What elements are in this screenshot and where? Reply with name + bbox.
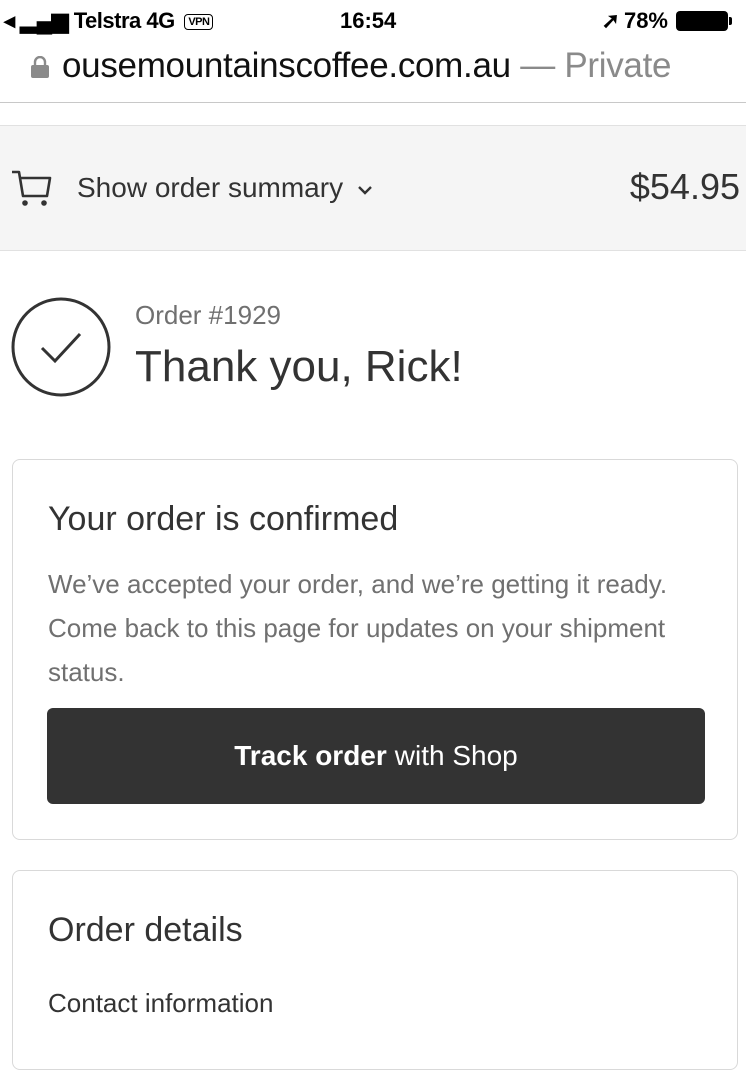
private-label: — Private bbox=[520, 46, 672, 85]
with-shop-label: with Shop bbox=[394, 740, 518, 771]
battery-percent: 78% bbox=[623, 8, 668, 33]
back-arrow-icon[interactable]: ◂ bbox=[4, 8, 15, 33]
lock-icon bbox=[31, 56, 49, 78]
track-order-button[interactable]: Track order with Shop bbox=[47, 708, 705, 804]
status-bar: ◂ ▂▄▆ Telstra 4G VPN 16:54 ➚ 78% bbox=[0, 0, 746, 38]
signal-icon: ▂▄▆ bbox=[20, 8, 69, 33]
vpn-badge: VPN bbox=[184, 14, 214, 31]
show-summary-button[interactable]: Show order summary bbox=[77, 172, 373, 204]
confirmation-message: We’ve accepted your order, and we’re get… bbox=[48, 569, 668, 687]
cart-icon bbox=[12, 170, 52, 206]
carrier-label: Telstra 4G bbox=[73, 8, 175, 33]
thank-you-heading: Thank you, Rick! bbox=[135, 342, 463, 391]
confirmation-card: Your order is confirmed We’ve accepted y… bbox=[12, 459, 738, 840]
chevron-down-icon bbox=[358, 185, 372, 195]
track-order-label: Track order bbox=[234, 740, 387, 771]
battery-icon bbox=[676, 11, 732, 31]
status-right: ➚ 78% bbox=[601, 8, 732, 34]
contact-information-heading: Contact information bbox=[48, 988, 274, 1018]
clock: 16:54 bbox=[340, 8, 397, 33]
url-domain: ousemountainscoffee.com.au bbox=[62, 46, 511, 85]
url-text[interactable]: ousemountainscoffee.com.au — Private bbox=[62, 46, 672, 86]
summary-label: Show order summary bbox=[77, 172, 344, 203]
order-total: $54.95 bbox=[629, 166, 740, 207]
order-details-title: Order details bbox=[48, 911, 243, 949]
confirmation-title: Your order is confirmed bbox=[48, 500, 399, 538]
carrier-info: ◂ ▂▄▆ Telstra 4G VPN bbox=[4, 8, 214, 34]
check-circle-icon bbox=[11, 297, 111, 397]
order-summary-toggle[interactable]: Show order summary $54.95 bbox=[0, 125, 746, 251]
location-icon: ➚ bbox=[601, 8, 620, 33]
address-bar[interactable]: ousemountainscoffee.com.au — Private bbox=[0, 38, 746, 103]
order-number: Order #1929 bbox=[135, 300, 281, 330]
order-details-card: Order details Contact information bbox=[12, 870, 738, 1070]
